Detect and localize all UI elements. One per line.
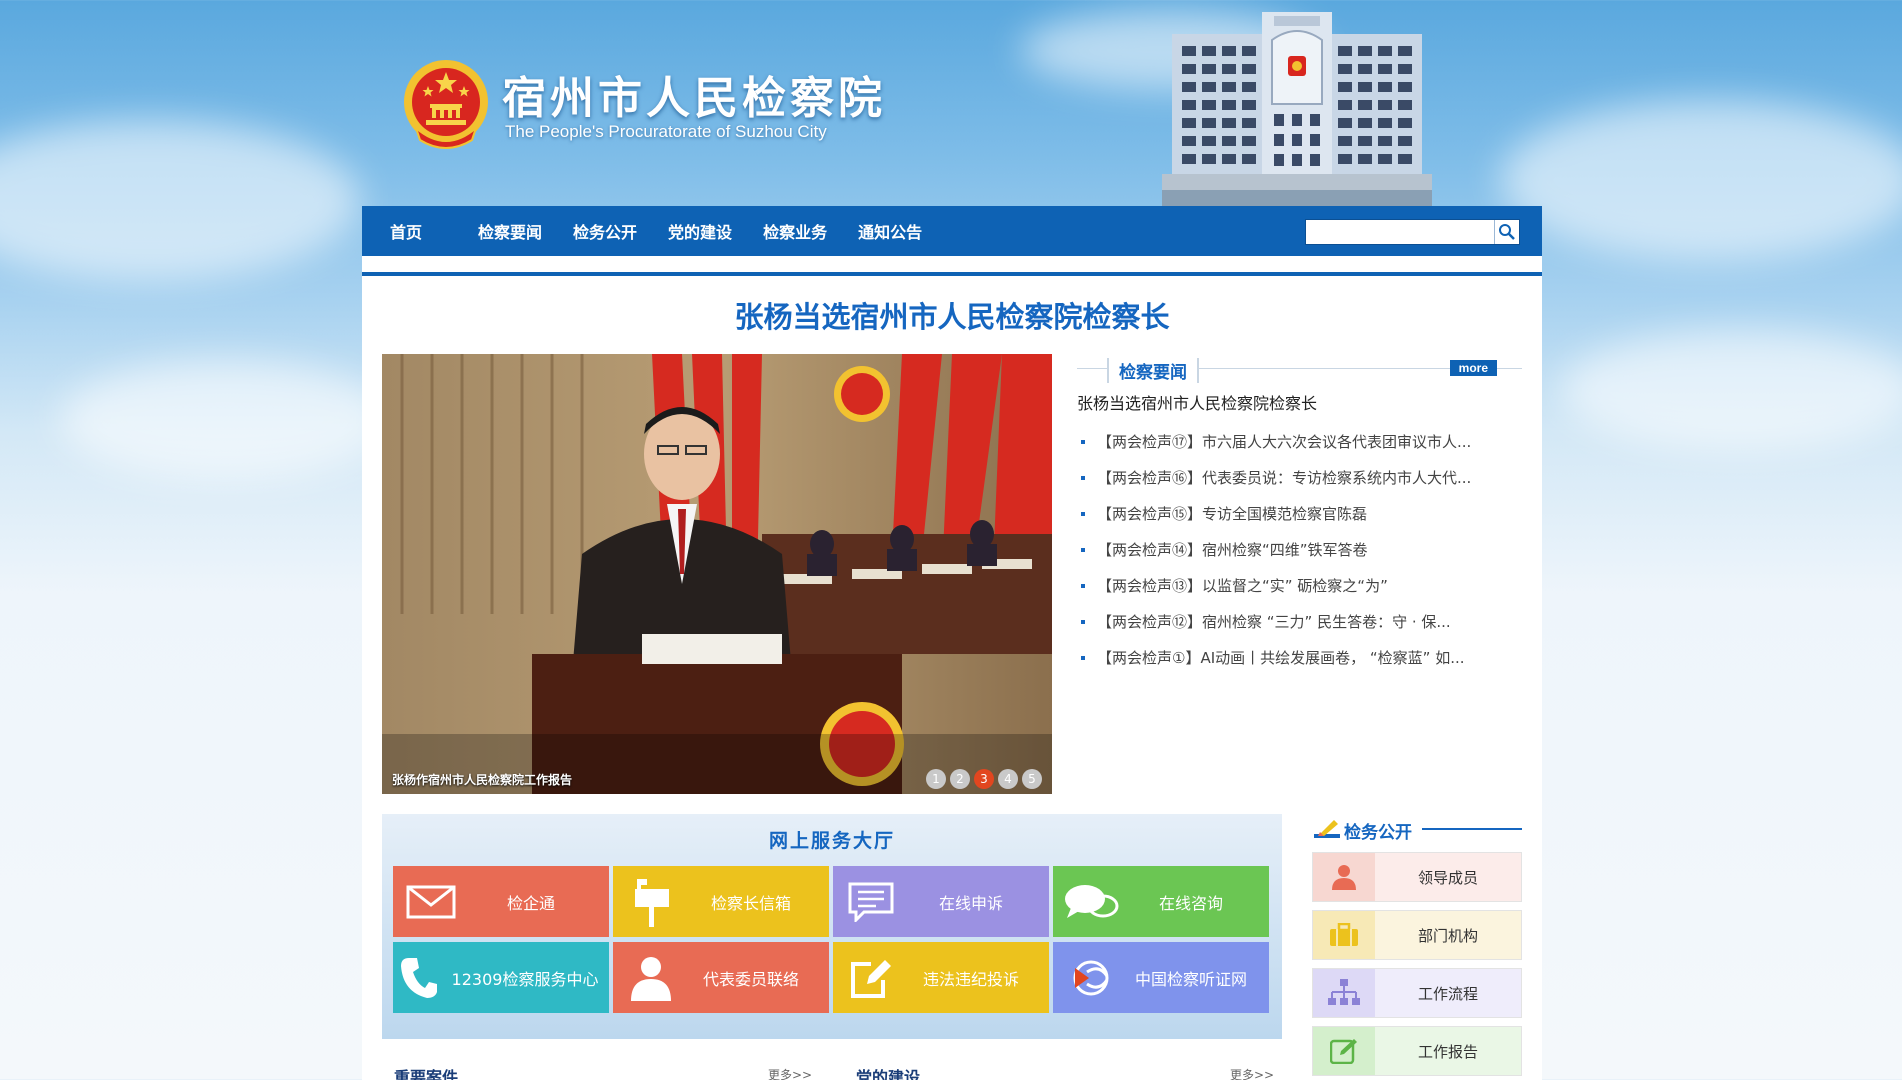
sidebar-header: 检务公开 <box>1312 814 1522 844</box>
headline-link[interactable]: 张杨当选宿州市人民检察院检察长 <box>362 294 1542 336</box>
person-icon <box>1313 853 1375 901</box>
procuratorate-building-image <box>1162 12 1432 206</box>
sidebar-item-workflow[interactable]: 工作流程 <box>1312 968 1522 1018</box>
slideshow-pager: 1 2 3 4 5 <box>926 769 1042 789</box>
page-container: 宿州市人民检察院 The People's Procuratorate of S… <box>362 0 1542 1080</box>
search-icon <box>1499 224 1515 240</box>
search-box <box>1305 219 1520 245</box>
news-top-item[interactable]: 张杨当选宿州市人民检察院检察长 <box>1077 390 1522 414</box>
speech-photo-image <box>382 354 1052 794</box>
news-title[interactable]: 检察要闻 <box>1107 358 1199 383</box>
briefcase-icon <box>1313 911 1375 959</box>
service-tile-label: 违法违纪投诉 <box>922 969 1019 989</box>
background-cloud <box>0 120 360 280</box>
slideshow-dot-1[interactable]: 1 <box>926 769 946 789</box>
news-section: 检察要闻 more 张杨当选宿州市人民检察院检察长 【两会检声⑰】市六届人大六次… <box>1077 354 1522 676</box>
service-tile-label: 代表委员联络 <box>702 969 799 989</box>
edit-icon <box>833 956 909 1000</box>
service-hall-title: 网上服务大厅 <box>768 830 895 852</box>
party-building-more-link[interactable]: 更多>> <box>1230 1066 1274 1080</box>
service-tile-label: 12309检察服务中心 <box>451 969 599 989</box>
important-cases-more-link[interactable]: 更多>> <box>768 1066 812 1080</box>
document-chat-icon <box>833 882 909 922</box>
sidebar-title[interactable]: 检务公开 <box>1344 818 1412 843</box>
sidebar-item-label: 领导成员 <box>1417 868 1478 887</box>
search-input[interactable] <box>1306 220 1494 244</box>
edit-icon <box>1313 1027 1375 1075</box>
background-cloud <box>1500 100 1902 260</box>
slideshow-dot-4[interactable]: 4 <box>998 769 1018 789</box>
service-tile-hearing[interactable]: 中国检察听证网 <box>1053 942 1269 1013</box>
news-item[interactable]: 【两会检声①】AI动画丨共绘发展画卷， “检察蓝” 如... <box>1077 640 1522 676</box>
nav-notices[interactable]: 通知公告 <box>858 219 922 243</box>
main-nav: 首页 检察要闻 检务公开 党的建设 检察业务 通知公告 <box>362 206 1542 256</box>
service-tile-enterprise[interactable]: 检企通 <box>393 866 609 937</box>
news-item[interactable]: 【两会检声⑰】市六届人大六次会议各代表团审议市人... <box>1077 424 1522 460</box>
org-chart-icon <box>1313 969 1375 1017</box>
site-title: 宿州市人民检察院 <box>502 73 886 124</box>
search-button[interactable] <box>1494 220 1519 244</box>
mailbox-icon <box>613 877 689 927</box>
nav-affairs-open[interactable]: 检务公开 <box>573 219 637 243</box>
news-header: 检察要闻 more <box>1077 354 1522 383</box>
background-cloud <box>1560 330 1902 450</box>
service-tile-label: 中国检察听证网 <box>1134 969 1247 989</box>
service-tile-label: 检察长信箱 <box>710 893 791 913</box>
slideshow-dot-5[interactable]: 5 <box>1022 769 1042 789</box>
service-tile-label: 在线申诉 <box>938 893 1003 913</box>
pen-icon <box>1314 820 1340 838</box>
nav-party-building[interactable]: 党的建设 <box>668 219 732 243</box>
nav-business[interactable]: 检察业务 <box>763 219 827 243</box>
online-service-hall: 网上服务大厅 检企通 检察长信箱 在线申诉 在线咨询 12309检察服务中心 代… <box>382 814 1282 1039</box>
envelope-icon <box>393 885 469 919</box>
service-tiles: 检企通 检察长信箱 在线申诉 在线咨询 12309检察服务中心 代表委员联络 违… <box>393 866 1269 1013</box>
sidebar-item-label: 工作报告 <box>1417 1042 1478 1061</box>
nav-home[interactable]: 首页 <box>390 219 422 243</box>
news-item[interactable]: 【两会检声⑫】宿州检察 “三力” 民生答卷：守 · 保... <box>1077 604 1522 640</box>
sidebar-item-label: 工作流程 <box>1417 984 1478 1003</box>
slideshow-photo[interactable]: 张杨作宿州市人民检察院工作报告 1 2 3 4 5 <box>382 354 1052 794</box>
divider <box>1422 828 1522 830</box>
chat-bubbles-icon <box>1053 882 1129 922</box>
news-list: 【两会检声⑰】市六届人大六次会议各代表团审议市人... 【两会检声⑯】代表委员说… <box>1077 424 1522 676</box>
news-more-button[interactable]: more <box>1449 360 1497 376</box>
news-item[interactable]: 【两会检声⑯】代表委员说：专访检察系统内市人大代... <box>1077 460 1522 496</box>
service-tile-complaint[interactable]: 违法违纪投诉 <box>833 942 1049 1013</box>
news-item[interactable]: 【两会检声⑮】专访全国模范检察官陈磊 <box>1077 496 1522 532</box>
service-tile-label: 检企通 <box>506 893 555 913</box>
news-item[interactable]: 【两会检声⑬】以监督之“实” 砺检察之“为” <box>1077 568 1522 604</box>
national-emblem-icon <box>404 60 488 149</box>
site-header: 宿州市人民检察院 The People's Procuratorate of S… <box>362 0 1542 206</box>
sidebar-item-reports[interactable]: 工作报告 <box>1312 1026 1522 1076</box>
main-panel: 张杨当选宿州市人民检察院检察长 张杨作宿州市人民检察院工作报告 1 2 3 4 … <box>362 256 1542 1080</box>
service-tile-consult[interactable]: 在线咨询 <box>1053 866 1269 937</box>
service-tile-appeal[interactable]: 在线申诉 <box>833 866 1049 937</box>
important-cases-title[interactable]: 重要案件 <box>394 1064 458 1080</box>
slideshow-caption: 张杨作宿州市人民检察院工作报告 <box>392 773 573 787</box>
site-subtitle: The People's Procuratorate of Suzhou Cit… <box>505 122 827 141</box>
party-building-title[interactable]: 党的建设 <box>856 1064 920 1080</box>
affairs-open-sidebar: 检务公开 领导成员 部门机构 工作流程 工作报告 <box>1312 814 1522 1076</box>
background-cloud <box>60 360 390 480</box>
sidebar-item-leaders[interactable]: 领导成员 <box>1312 852 1522 902</box>
slideshow-dot-3[interactable]: 3 <box>974 769 994 789</box>
service-tile-label: 在线咨询 <box>1158 893 1223 913</box>
service-tile-mailbox[interactable]: 检察长信箱 <box>613 866 829 937</box>
person-icon <box>613 955 689 1001</box>
panel-divider <box>362 272 1542 276</box>
service-tile-liaison[interactable]: 代表委员联络 <box>613 942 829 1013</box>
hearing-logo-icon <box>1053 958 1129 998</box>
sidebar-item-departments[interactable]: 部门机构 <box>1312 910 1522 960</box>
news-item[interactable]: 【两会检声⑭】宿州检察“四维”铁军答卷 <box>1077 532 1522 568</box>
service-tile-12309[interactable]: 12309检察服务中心 <box>393 942 609 1013</box>
phone-icon <box>393 956 445 1000</box>
sidebar-item-label: 部门机构 <box>1417 926 1478 945</box>
slideshow-dot-2[interactable]: 2 <box>950 769 970 789</box>
nav-news[interactable]: 检察要闻 <box>478 219 542 243</box>
